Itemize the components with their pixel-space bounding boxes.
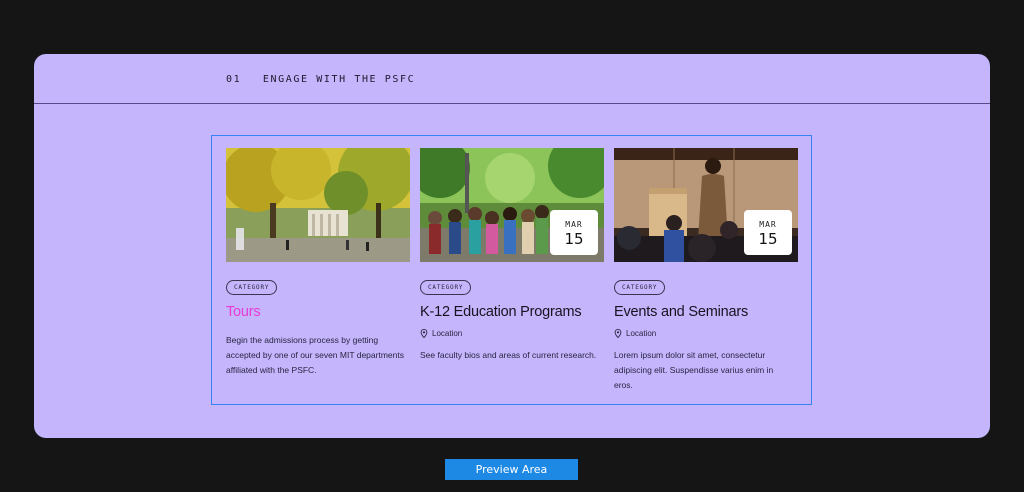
location-row: Location xyxy=(420,329,604,338)
card-description: Lorem ipsum dolor sit amet, consectetur … xyxy=(614,350,774,390)
card-tours[interactable]: CATEGORY Tours Begin the admissions proc… xyxy=(226,148,410,378)
location-pin-icon xyxy=(420,329,428,338)
date-day: 15 xyxy=(564,230,584,248)
panel-header: 01 ENGAGE WITH THE PSFC xyxy=(34,54,990,104)
student-group-photo[interactable]: MAR 15 xyxy=(420,148,604,262)
location-text: Location xyxy=(626,329,657,338)
campus-trees-photo[interactable] xyxy=(226,148,410,262)
card-title-tours[interactable]: Tours xyxy=(226,304,410,320)
date-badge: MAR 15 xyxy=(550,210,598,255)
location-pin-icon xyxy=(614,329,622,338)
selected-card-grid[interactable]: CATEGORY Tours Begin the admissions proc… xyxy=(211,135,812,405)
date-month: MAR xyxy=(759,220,777,229)
card-k12-education[interactable]: MAR 15 CATEGORY K-12 Education Programs … xyxy=(420,148,604,363)
section-number: 01 xyxy=(226,74,242,85)
card-title-k12[interactable]: K-12 Education Programs xyxy=(420,304,604,320)
card-description: See faculty bios and areas of current re… xyxy=(420,350,597,360)
category-chip[interactable]: CATEGORY xyxy=(614,280,666,295)
preview-area-button[interactable]: Preview Area xyxy=(445,459,578,480)
location-text: Location xyxy=(432,329,463,338)
section-heading: 01 ENGAGE WITH THE PSFC xyxy=(226,74,415,85)
date-badge: MAR 15 xyxy=(744,210,792,255)
speaker-seminar-photo[interactable]: MAR 15 xyxy=(614,148,798,262)
card-description: Begin the admissions process by getting … xyxy=(226,335,404,375)
category-chip[interactable]: CATEGORY xyxy=(420,280,472,295)
category-chip[interactable]: CATEGORY xyxy=(226,280,278,295)
date-day: 15 xyxy=(758,230,778,248)
section-title: ENGAGE WITH THE PSFC xyxy=(262,74,416,85)
engage-panel: 01 ENGAGE WITH THE PSFC CATEGORY Tours B… xyxy=(34,54,990,438)
location-row: Location xyxy=(614,329,798,338)
card-events-seminars[interactable]: MAR 15 CATEGORY Events and Seminars Loca… xyxy=(614,148,798,393)
date-month: MAR xyxy=(565,220,583,229)
card-title-events[interactable]: Events and Seminars xyxy=(614,304,798,320)
